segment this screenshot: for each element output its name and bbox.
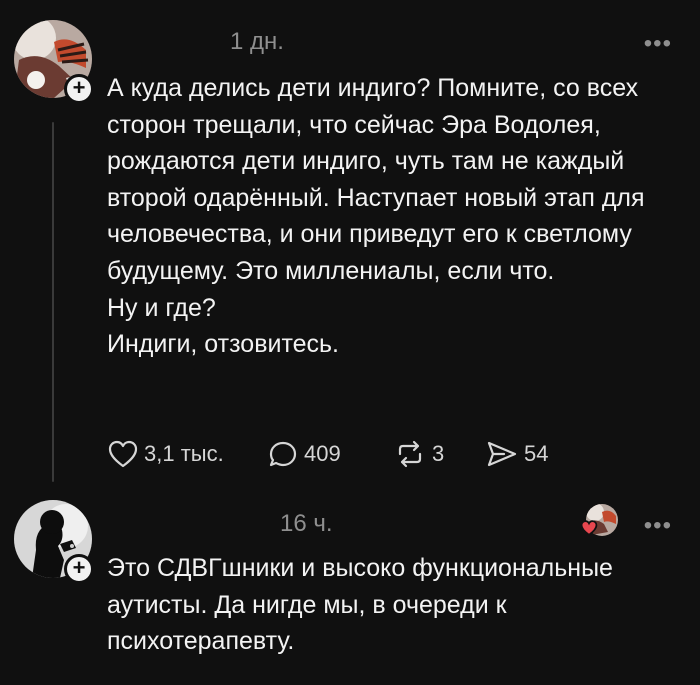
- share-count: 54: [524, 441, 549, 466]
- follow-plus-icon[interactable]: +: [64, 554, 94, 584]
- heart-icon: [108, 440, 138, 468]
- heart-icon: [580, 520, 598, 536]
- follow-plus-icon[interactable]: +: [64, 74, 94, 104]
- thread-line: [52, 122, 54, 482]
- comment-text: Это СДВГшники и высоко функциональные ау…: [107, 554, 613, 656]
- comment-bubble-icon: [269, 441, 297, 467]
- reply-count: 409: [304, 441, 341, 466]
- comment-time: 16 ч.: [280, 510, 333, 537]
- like-count: 3,1 тыс.: [144, 441, 224, 466]
- comment-text: А куда делись дети индиго? Помните, со в…: [107, 74, 645, 359]
- repost-arrows-icon: [398, 440, 422, 468]
- repost-button[interactable]: 3: [394, 434, 444, 474]
- comment-1: + 1 дн. ••• А куда делись дети индиго? П…: [0, 0, 700, 490]
- send-arrow-icon: [487, 441, 517, 467]
- like-button[interactable]: 3,1 тыс.: [108, 434, 224, 474]
- reply-button[interactable]: 409: [268, 434, 341, 474]
- repost-count: 3: [432, 441, 445, 466]
- more-options-icon[interactable]: •••: [644, 30, 672, 58]
- comment-2: + 16 ч. ••• Это СДВГшники и высоко функц…: [0, 490, 700, 685]
- more-options-icon[interactable]: •••: [644, 512, 672, 540]
- comment-actions: 3,1 тыс. 409 3 54: [108, 434, 668, 474]
- comment-time: 1 дн.: [230, 28, 284, 55]
- share-button[interactable]: 54: [486, 434, 548, 474]
